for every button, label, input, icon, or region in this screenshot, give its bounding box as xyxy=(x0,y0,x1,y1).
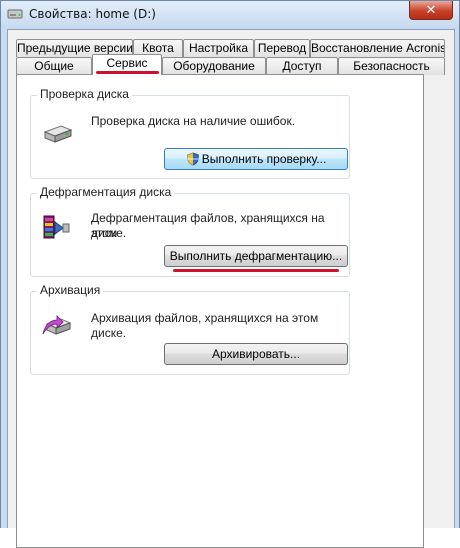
group-backup: Архивация Архивация файлов, хранящихся н… xyxy=(30,283,350,375)
run-check-button-label: Выполнить проверку... xyxy=(201,152,327,166)
tools-tab-panel: Проверка диска Проверка диска на наличие… xyxy=(16,74,424,548)
defrag-description-line1: Дефрагментация файлов, хранящихся на это… xyxy=(91,211,325,240)
drive-icon xyxy=(7,9,23,19)
tab-security[interactable]: Безопасность xyxy=(338,57,445,75)
group-defrag: Дефрагментация диска Дефрагментация файл… xyxy=(30,185,350,277)
window-title: Свойства: home (D:) xyxy=(29,7,156,21)
title-bar[interactable]: Свойства: home (D:) ✕ xyxy=(1,1,459,29)
run-check-button[interactable]: Выполнить проверку... xyxy=(164,148,348,170)
tab-sharing[interactable]: Доступ xyxy=(266,57,338,75)
close-button[interactable]: ✕ xyxy=(409,1,453,20)
defrag-icon xyxy=(43,215,70,239)
defrag-description-line2: диске. xyxy=(91,226,127,240)
tab-general[interactable]: Общие xyxy=(16,57,92,75)
check-disk-description: Проверка диска на наличие ошибок. xyxy=(91,114,296,128)
disk-drive-icon xyxy=(43,125,73,143)
tab-hardware[interactable]: Оборудование xyxy=(162,57,266,75)
annotation-underline-tools xyxy=(96,71,159,74)
annotation-underline-defrag xyxy=(173,269,339,272)
group-check-disk: Проверка диска Проверка диска на наличие… xyxy=(30,87,350,179)
group-title-check-disk: Проверка диска xyxy=(37,87,132,101)
run-defrag-button[interactable]: Выполнить дефрагментацию... xyxy=(164,245,348,267)
backup-button[interactable]: Архивировать... xyxy=(164,343,348,365)
properties-window: Свойства: home (D:) ✕ Предыдущие версии … xyxy=(0,0,460,548)
dialog-client-area: Предыдущие версии Квота Настройка Перево… xyxy=(7,29,455,548)
tab-acronis-recovery[interactable]: Восстановление Acronis xyxy=(310,39,445,57)
tab-customize[interactable]: Настройка xyxy=(183,39,254,57)
tab-translate[interactable]: Перевод xyxy=(254,39,310,57)
group-title-backup: Архивация xyxy=(37,283,104,297)
group-title-defrag: Дефрагментация диска xyxy=(37,185,175,199)
backup-icon xyxy=(42,315,72,335)
uac-shield-icon xyxy=(186,152,199,166)
backup-description: Архивация файлов, хранящихся на этом дис… xyxy=(91,311,319,340)
